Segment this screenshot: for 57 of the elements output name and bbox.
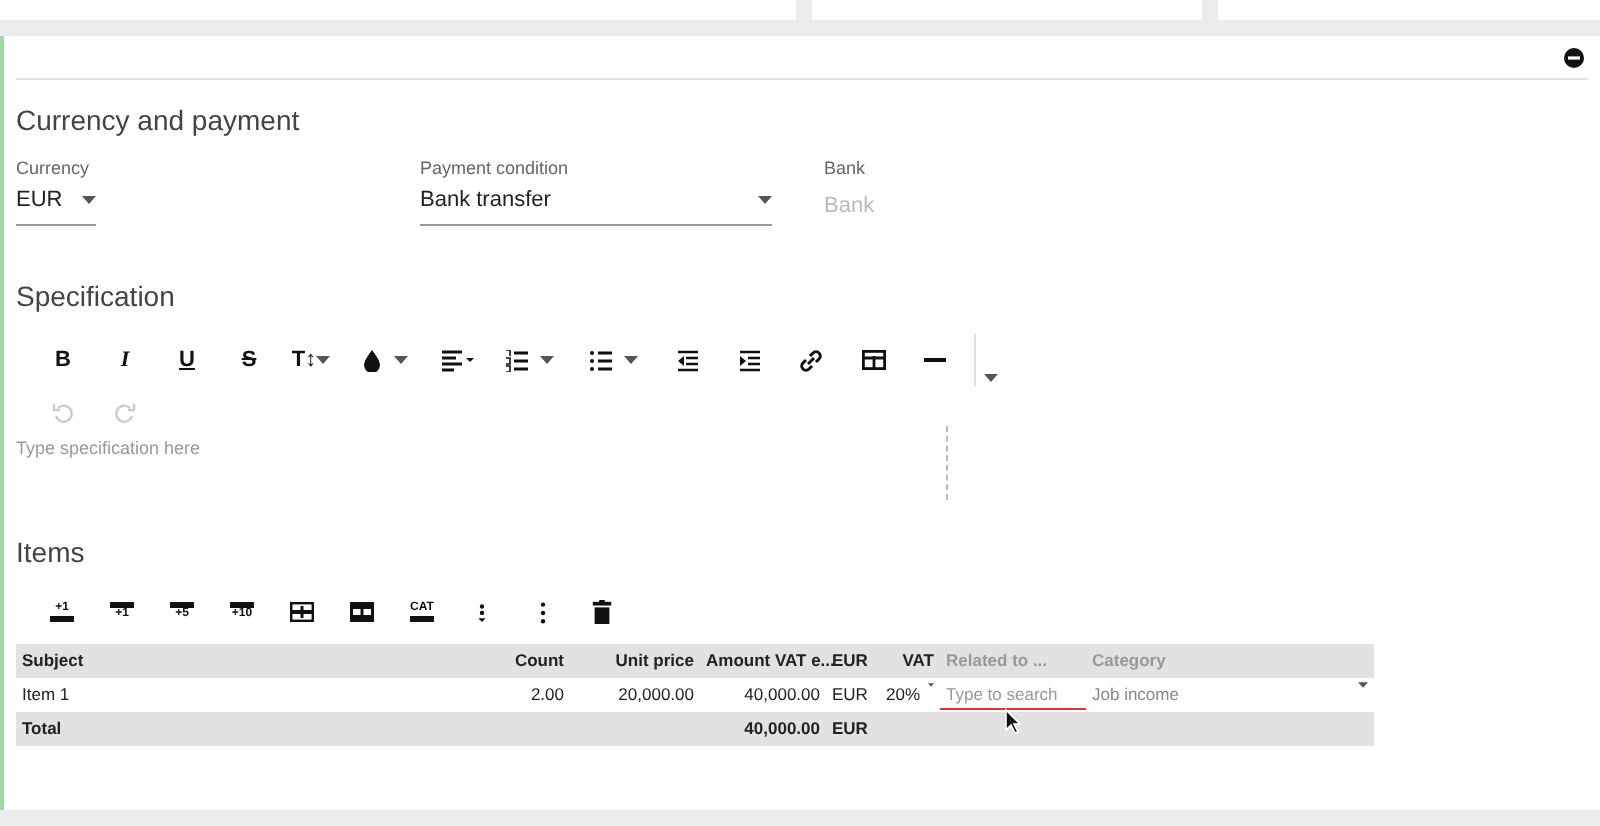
format-button[interactable]: U	[156, 338, 218, 382]
table-cell-text: Total	[20, 716, 64, 742]
caret-icon	[540, 356, 554, 364]
indent-icon	[739, 349, 759, 371]
table-cell-text: EUR	[830, 682, 870, 708]
format-button[interactable]: I	[94, 338, 156, 382]
align-icon	[441, 349, 473, 371]
search-field[interactable]: Type to search	[940, 680, 1086, 710]
caret-icon	[393, 356, 407, 364]
move-row-icon	[290, 602, 314, 622]
field-label: Bank	[824, 158, 868, 180]
caret-icon	[316, 356, 331, 364]
table-cell-text: EUR	[830, 716, 870, 742]
section-title: Specification	[16, 278, 177, 316]
caret-icon	[984, 374, 998, 382]
format-button[interactable]: B	[32, 338, 94, 382]
format-button[interactable]: S	[218, 338, 280, 382]
field-label: Payment condition	[420, 158, 571, 180]
input-field[interactable]: Bank	[824, 186, 984, 227]
collapse-rows-icon	[478, 602, 486, 622]
select-field[interactable]: EUR	[16, 180, 96, 225]
collapse-icon[interactable]	[1564, 47, 1584, 67]
trash-icon	[592, 600, 612, 624]
caret-icon	[82, 196, 96, 205]
caret-icon	[928, 682, 934, 689]
table-cell-text: 40,000.00	[742, 682, 822, 708]
column-header: VAT	[900, 648, 936, 674]
redo-icon	[114, 401, 136, 423]
select-field[interactable]: Bank transfer	[420, 180, 772, 225]
table-cell-text: 2.00	[528, 682, 566, 708]
category-select[interactable]: Job income	[1092, 682, 1179, 708]
list-icon	[590, 349, 612, 371]
field-label: Currency	[16, 158, 92, 180]
section-title: Items	[16, 534, 87, 572]
outdent-icon	[677, 349, 697, 371]
vat-select[interactable]: 20%	[886, 682, 921, 708]
insert-row-icon	[350, 602, 374, 622]
caret-icon	[1358, 682, 1368, 689]
caret-icon	[624, 356, 638, 364]
section-title: Currency and payment	[16, 102, 302, 140]
caret-icon	[758, 196, 772, 205]
link-icon	[800, 349, 822, 371]
undo-icon	[52, 401, 74, 423]
table-cell-text: 40,000.00	[742, 716, 822, 742]
format-button[interactable]: T↕	[280, 338, 342, 382]
column-header: Unit price	[613, 648, 696, 674]
column-header: Related to ...	[944, 648, 1050, 674]
more-icon	[539, 600, 545, 624]
column-header: Subject	[20, 648, 86, 674]
table-cell-text: Item 1	[20, 682, 72, 708]
ordered-list-icon	[506, 349, 528, 371]
table-icon	[861, 350, 885, 370]
cursor-icon	[1004, 708, 1022, 734]
color-icon	[361, 349, 381, 371]
column-header: Category	[1090, 648, 1168, 674]
column-header: Count	[512, 648, 566, 674]
table-cell-text: 20,000.00	[616, 682, 696, 708]
